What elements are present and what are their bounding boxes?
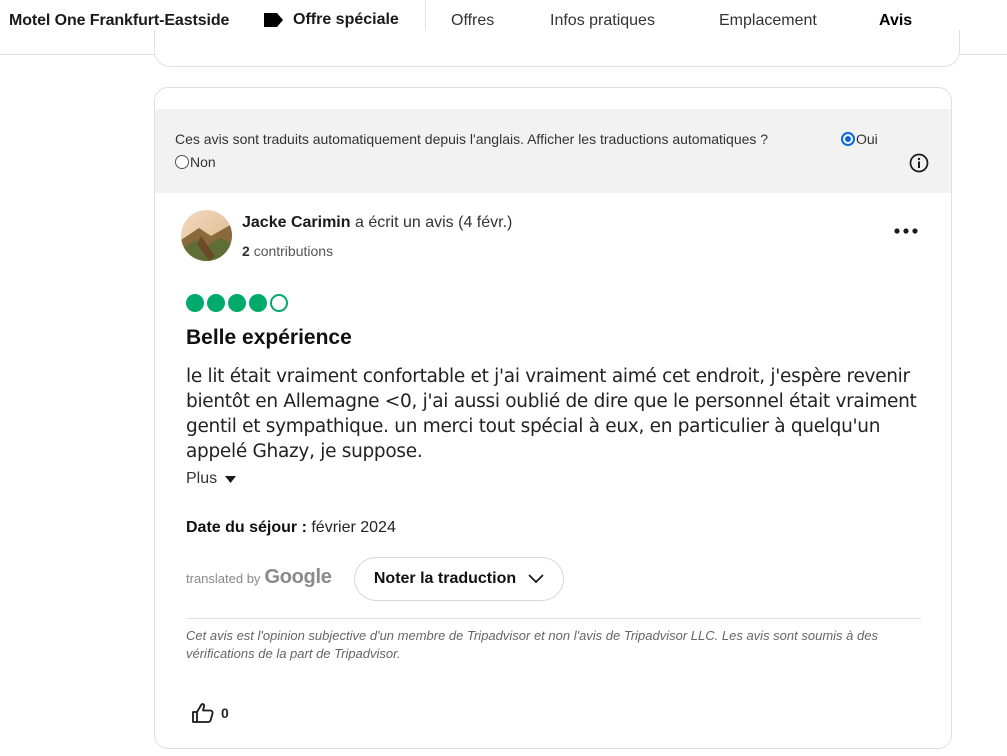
contributions-label: contributions — [253, 243, 334, 259]
rating-bubble-filled — [228, 294, 246, 312]
tag-icon — [264, 13, 283, 27]
helpful-vote-button[interactable]: 0 — [191, 702, 229, 724]
rate-translation-label: Noter la traduction — [373, 570, 517, 587]
translation-message: Ces avis sont traduits automatiquement d… — [175, 131, 768, 147]
author-name[interactable]: Jacke Carimin — [242, 214, 351, 231]
translation-banner: Ces avis sont traduits automatiquement d… — [155, 109, 951, 193]
review-author-line: Jacke Carimin a écrit un avis (4 févr.) — [242, 214, 512, 232]
special-offer-label: Offre spéciale — [293, 11, 399, 28]
rate-translation-button[interactable]: Noter la traduction — [354, 557, 564, 601]
thumbs-up-icon — [192, 703, 214, 723]
hotel-name[interactable]: Motel One Frankfurt-Eastside — [9, 12, 229, 30]
stay-date-value: février 2024 — [311, 519, 396, 536]
rating-bubble-filled — [207, 294, 225, 312]
contributions-count: 2 — [242, 243, 250, 259]
rating-bubble-filled — [249, 294, 267, 312]
tab-emplacement[interactable]: Emplacement — [719, 12, 817, 30]
contributions: 2 contributions — [242, 243, 333, 259]
translation-yes-option[interactable]: Oui — [841, 131, 878, 147]
divider — [186, 618, 921, 619]
stay-date-label: Date du séjour : — [186, 519, 307, 536]
caret-down-icon — [225, 475, 237, 483]
avatar[interactable] — [181, 210, 232, 261]
google-logo: Google — [264, 566, 332, 588]
special-offer-link[interactable]: Offre spéciale — [264, 11, 399, 29]
review-title: Belle expérience — [186, 326, 352, 349]
read-more-label: Plus — [186, 470, 218, 487]
more-options-icon[interactable] — [892, 220, 920, 242]
read-more-button[interactable]: Plus — [186, 470, 237, 488]
rating-bubble-empty — [270, 294, 288, 312]
review-disclaimer: Cet avis est l'opinion subjective d'un m… — [186, 628, 878, 661]
review-card: Ces avis sont traduits automatiquement d… — [154, 87, 952, 749]
translated-by-google: translated by Google — [186, 566, 332, 589]
info-icon[interactable] — [909, 153, 929, 173]
chevron-down-icon — [528, 574, 544, 583]
tab-infos-pratiques[interactable]: Infos pratiques — [550, 12, 655, 30]
translated-by-label: translated by — [186, 571, 261, 586]
radio-no-label: Non — [190, 154, 216, 170]
helpful-count: 0 — [221, 705, 229, 721]
previous-card — [154, 30, 960, 67]
rating-bubbles — [186, 294, 288, 312]
radio-yes[interactable] — [841, 132, 855, 146]
tab-offres[interactable]: Offres — [451, 12, 494, 30]
radio-yes-label: Oui — [856, 131, 878, 147]
review-body: le lit était vraiment confortable et j'a… — [186, 366, 917, 462]
avatar-image — [181, 210, 232, 261]
stay-date: Date du séjour : février 2024 — [186, 519, 396, 537]
tab-avis[interactable]: Avis — [879, 12, 912, 30]
review-date-text: a écrit un avis (4 févr.) — [354, 214, 513, 231]
radio-no[interactable] — [175, 155, 189, 169]
translation-no-option[interactable]: Non — [175, 154, 216, 170]
translation-message-text: Ces avis sont traduits automatiquement d… — [175, 131, 769, 147]
rating-bubble-filled — [186, 294, 204, 312]
